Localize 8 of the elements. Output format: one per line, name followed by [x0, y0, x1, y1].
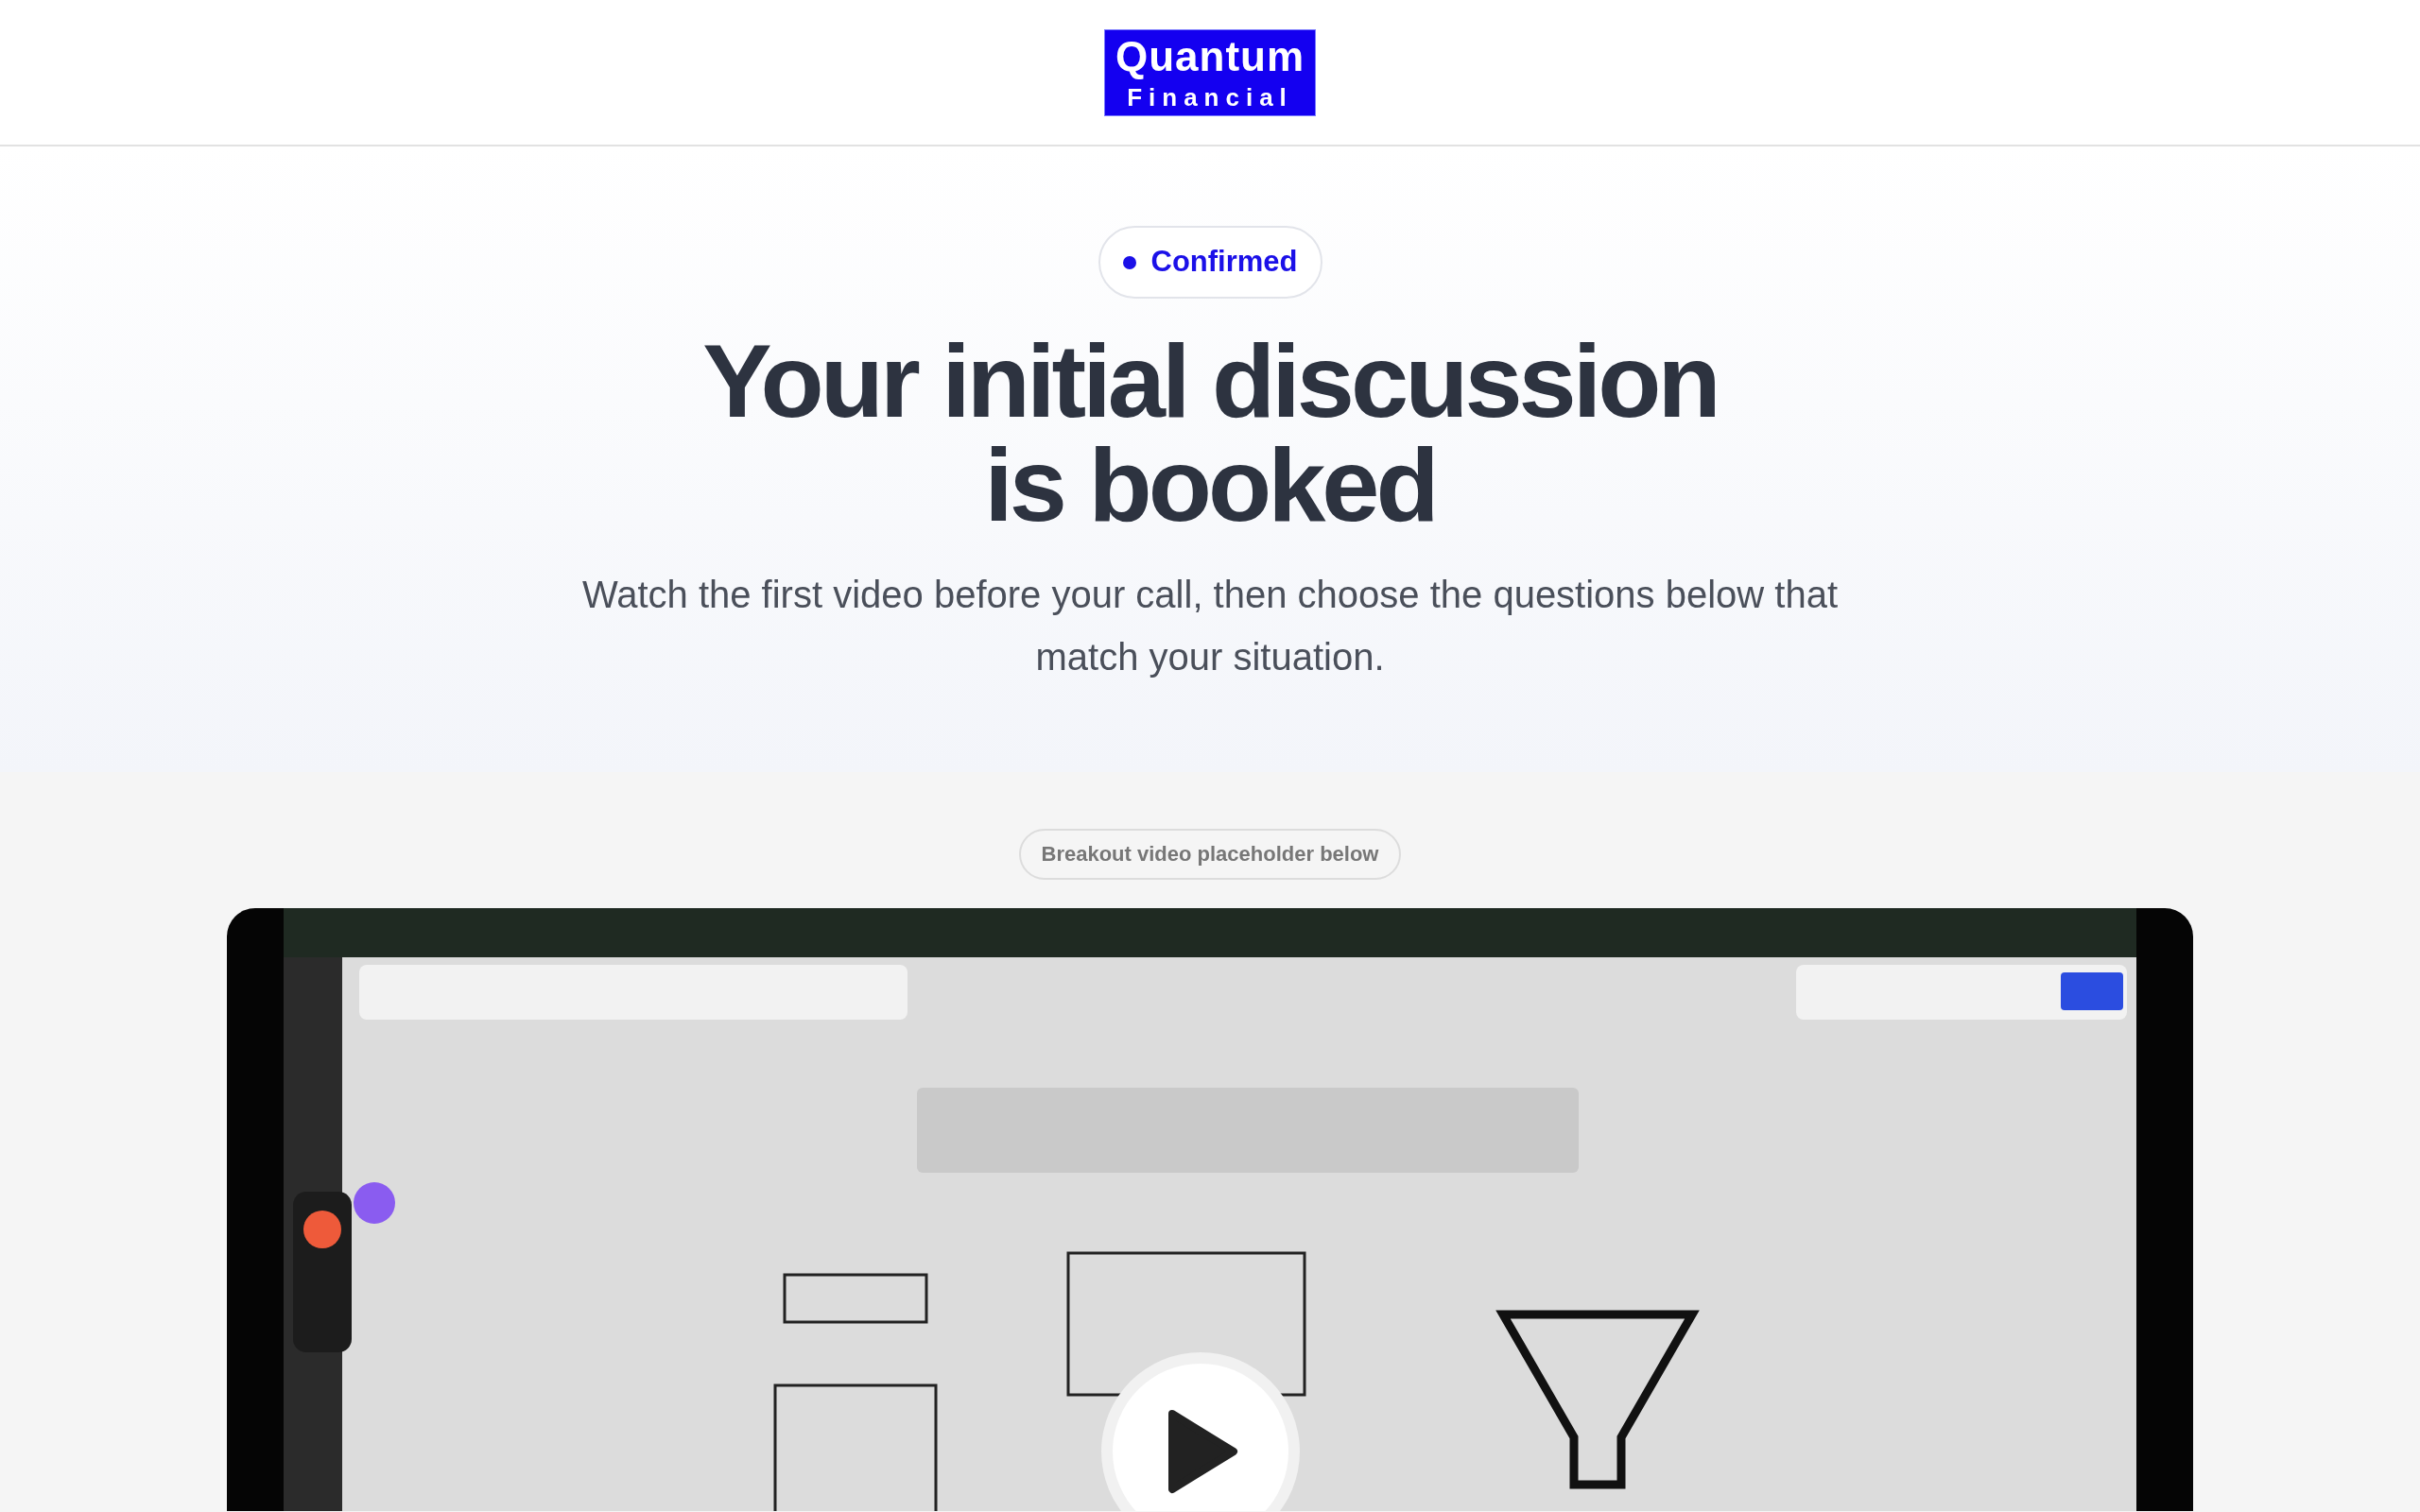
headline: is booked [983, 433, 1437, 537]
status-text: Confirmed [1150, 244, 1298, 281]
logo-subtext: Financial [1127, 84, 1293, 110]
status-dot-icon [1122, 255, 1136, 269]
video-label: Breakout video placeholder below [1018, 829, 1402, 880]
logo-text: Quantum [1115, 35, 1305, 77]
headline: Your initial discussion [701, 329, 1719, 433]
subtitle: Watch the first video before your call, then choose the questions below that match your situation. [580, 573, 1840, 679]
